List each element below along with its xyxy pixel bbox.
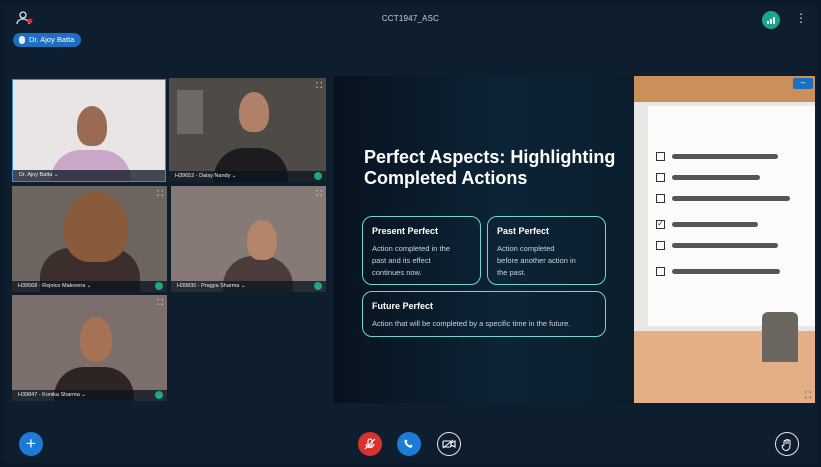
video-tile[interactable]: ⛶ Dr. Ajoy Batta ⌄: [12, 79, 166, 182]
card-description: past and its effect: [372, 256, 431, 265]
card-heading: Present Perfect: [372, 226, 439, 236]
background-poster: [177, 90, 203, 134]
clipboard-clip: [762, 312, 798, 362]
speaker-icon: [314, 282, 322, 290]
mic-icon: [19, 36, 25, 44]
card-heading: Future Perfect: [372, 301, 434, 311]
expand-icon[interactable]: ⛶: [316, 189, 322, 199]
speaker-icon: [314, 172, 322, 180]
card-future-perfect: Future Perfect Action that will be compl…: [362, 291, 606, 337]
camera-off-icon[interactable]: [437, 432, 461, 456]
card-description: Action completed in the: [372, 244, 450, 253]
card-description: before another action in: [497, 256, 576, 265]
mic-off-icon[interactable]: [358, 432, 382, 456]
participant-name: H39847 - Konika Sharma ⌄: [12, 390, 167, 401]
expand-icon[interactable]: ⛶: [316, 81, 322, 91]
phone-icon[interactable]: [397, 432, 421, 456]
participant-figure: [77, 106, 107, 146]
expand-icon[interactable]: ⛶: [805, 390, 811, 401]
meeting-title: CCT1947_ASC: [381, 14, 440, 23]
presenter-name: Dr. Ajoy Batta: [29, 35, 75, 44]
card-past-perfect: Past Perfect Action completed before ano…: [487, 216, 606, 285]
desk-surface: [634, 76, 815, 102]
participant-figure: [64, 192, 128, 262]
speaker-icon: [155, 391, 163, 399]
raise-hand-icon[interactable]: [775, 432, 799, 456]
video-tile[interactable]: ⛶ H39652 - Daisy Nandy ⌄: [169, 78, 326, 182]
slide-title: Perfect Aspects: Highlighting Completed …: [364, 147, 616, 188]
expand-icon[interactable]: ⛶: [157, 298, 163, 308]
minimize-icon[interactable]: –: [793, 78, 813, 89]
speaker-icon: [155, 282, 163, 290]
participant-name: H39830 - Pragya Sharma ⌄: [171, 281, 326, 292]
checklist-illustration: ✓ – ⛶: [634, 76, 815, 403]
participant-figure: [247, 220, 277, 260]
card-present-perfect: Present Perfect Action completed in the …: [362, 216, 481, 285]
participant-figure: [239, 92, 269, 132]
video-tile[interactable]: ⛶ H39568 - Rejoice Makorera ⌄: [12, 186, 167, 292]
checklist-paper: ✓: [648, 106, 815, 326]
card-description: Action that will be completed by a speci…: [372, 319, 571, 328]
add-icon[interactable]: +: [19, 432, 43, 456]
expand-icon[interactable]: ⛶: [155, 83, 161, 93]
participant-name: H39652 - Daisy Nandy ⌄: [169, 171, 326, 182]
video-tile[interactable]: ⛶ H39830 - Pragya Sharma ⌄: [171, 186, 326, 292]
shared-slide: Perfect Aspects: Highlighting Completed …: [334, 76, 815, 403]
participant-name: H39568 - Rejoice Makorera ⌄: [12, 281, 167, 292]
card-description: continues now.: [372, 268, 422, 277]
more-options-icon[interactable]: ⋮: [795, 12, 807, 24]
participant-name: Dr. Ajoy Batta ⌄: [13, 170, 165, 181]
video-tile[interactable]: ⛶ H39847 - Konika Sharma ⌄: [12, 295, 167, 401]
presenter-badge: Dr. Ajoy Batta: [13, 33, 82, 47]
top-bar: CCT1947_ASC ⋮: [0, 0, 821, 34]
card-description: the past.: [497, 268, 526, 277]
signal-strength-icon[interactable]: [762, 11, 780, 29]
participant-figure: [80, 317, 112, 361]
card-heading: Past Perfect: [497, 226, 550, 236]
card-description: Action completed: [497, 244, 555, 253]
expand-icon[interactable]: ⛶: [157, 189, 163, 199]
